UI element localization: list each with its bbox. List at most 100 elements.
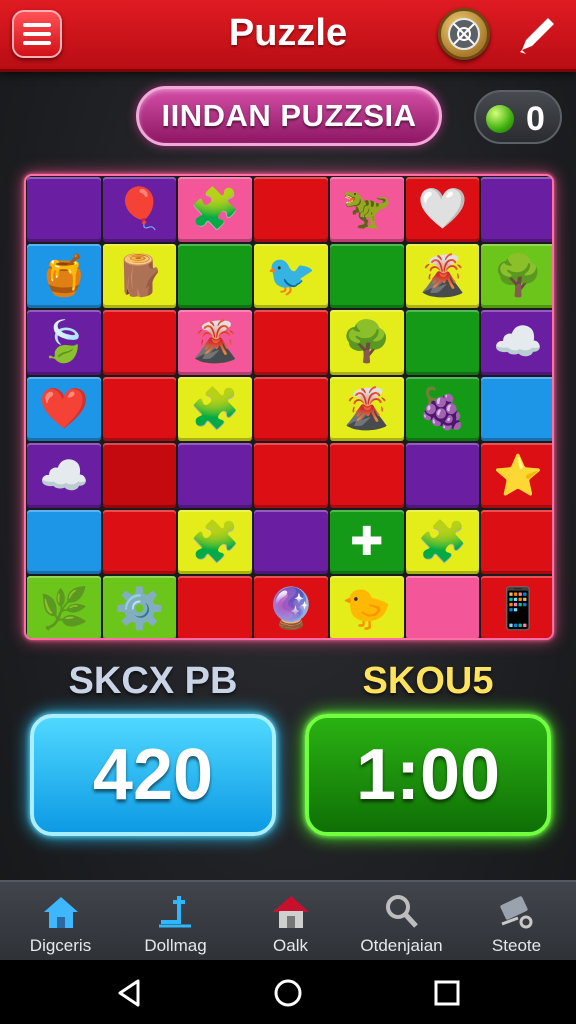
tile-piece-icon: 🐤 [341,586,392,631]
board-tile[interactable]: 🍃 [27,310,101,375]
board-tile[interactable] [254,310,328,375]
board-tile[interactable]: ❤️ [27,376,101,442]
tile-piece-icon: 🐦 [266,253,316,298]
tile-piece-icon: 🌋 [190,320,241,365]
board-tile[interactable] [27,509,101,575]
board-tile[interactable]: ✚ [329,509,404,575]
tile-piece-icon: 🤍 [417,187,468,232]
board-tile[interactable]: ⚙️ [102,576,177,638]
home-circle-icon[interactable] [271,976,305,1010]
tile-piece-icon: 🪵 [114,253,165,298]
tile-piece-icon: 🍇 [417,386,468,431]
board-tile[interactable] [481,177,552,242]
puzzle-board: 🎈 🧩 🦖 🤍 🍯 🪵 🐦 🌋 🌳 🍃 🌋 🌳 ☁️ ❤️ 🧩 🌋 🍇 ☁️ ⭐ 🧩 ✚ 🧩 🌿 ⚙️ 🔮 🐤 📱 [24,174,554,640]
board-tile[interactable] [178,443,253,508]
board-tile[interactable] [102,376,177,442]
tile-piece-icon: ⭐ [493,453,544,498]
board-tile[interactable] [481,376,552,442]
system-nav-bar [0,960,576,1024]
board-tile[interactable] [254,443,328,508]
nav-item-steote[interactable]: Steote [459,882,574,962]
board-tile[interactable]: 🌿 [27,576,101,638]
board-tile[interactable] [102,310,177,375]
board-tile[interactable] [102,509,177,575]
board-tile[interactable]: 🔮 [254,576,328,638]
board-tile[interactable] [27,177,101,242]
board-tile[interactable] [405,443,480,508]
board-tile[interactable] [254,509,328,575]
page-title: Puzzle [228,12,348,54]
board-tile[interactable]: 📱 [481,576,552,638]
tile-piece-icon: 🌋 [417,253,468,298]
tile-piece-icon: 🌋 [341,386,392,431]
recents-icon[interactable] [430,976,464,1010]
tile-piece-icon: ☁️ [38,453,89,498]
board-tile[interactable]: 🧩 [178,177,253,242]
board-tile[interactable] [178,576,253,638]
nav-item-otdenjaian[interactable]: Otdenjaian [344,882,459,962]
board-tile[interactable]: 🧩 [178,509,253,575]
score-label-left: SKCX PB [68,660,238,702]
tile-piece-icon: 📱 [493,586,544,631]
board-tile[interactable]: 🍇 [405,376,480,442]
board-tile[interactable]: 🎈 [102,177,177,242]
tile-piece-icon: 🍃 [38,320,89,365]
tile-piece-icon: 🧩 [417,520,468,565]
nav-item-oalk[interactable]: Oalk [233,882,348,962]
board-tile[interactable] [254,177,328,242]
edit-button[interactable] [512,10,562,60]
board-tile[interactable] [329,243,404,309]
board-tile[interactable]: 🍯 [27,243,101,309]
gem-counter: 0 [474,90,562,144]
tile-piece-icon: 🧩 [190,520,241,565]
menu-button[interactable] [12,10,62,58]
board-tile[interactable]: 🐦 [254,243,328,309]
board-tile[interactable] [178,243,253,309]
tile-piece-icon: ❤️ [38,386,89,431]
app-header: Puzzle [0,0,576,72]
back-icon[interactable] [112,976,146,1010]
board-tile[interactable]: ⭐ [481,443,552,508]
tile-piece-icon: 🌳 [493,253,544,298]
pipe-icon [159,896,191,928]
board-tile[interactable]: 🤍 [405,177,480,242]
house-icon [273,896,309,928]
board-tile[interactable] [102,443,177,508]
score-label-right: SKOU5 [362,660,494,702]
score-value: 420 [30,714,276,836]
tile-piece-icon: 🧩 [190,386,241,431]
nav-item-digceris[interactable]: Digceris [3,882,118,962]
timer-value: 1:00 [305,714,551,836]
board-tile[interactable]: 🦖 [329,177,404,242]
hamburger-menu-icon [23,23,51,27]
gem-count: 0 [526,100,545,138]
board-tile[interactable]: 🪵 [102,243,177,309]
tile-piece-icon: 🍯 [38,253,89,298]
board-tile[interactable] [405,576,480,638]
board-tile[interactable]: 🌋 [405,243,480,309]
tile-piece-icon: 🌿 [38,586,89,631]
tile-piece-icon: 🦖 [341,187,392,232]
nav-item-dollmag[interactable]: Dollmag [118,882,233,962]
board-tile[interactable]: 🧩 [178,376,253,442]
level-title: IINDAN PUZZSIA [136,86,442,146]
tile-piece-icon: ⚙️ [114,586,165,631]
board-tile[interactable]: ☁️ [27,443,101,508]
home-icon [44,897,78,928]
board-tile[interactable]: 🌳 [329,310,404,375]
board-tile[interactable]: ☁️ [481,310,552,375]
board-tile[interactable] [405,310,480,375]
board-tile[interactable]: 🧩 [405,509,480,575]
tile-piece-icon: 🧩 [190,187,241,232]
board-tile[interactable] [481,509,552,575]
settings-coin-icon [448,18,480,50]
tile-piece-icon: 🔮 [266,586,316,631]
board-tile[interactable] [329,443,404,508]
board-tile[interactable]: 🌋 [178,310,253,375]
board-tile[interactable] [254,376,328,442]
settings-coin-button[interactable] [438,8,490,60]
board-tile[interactable]: 🌳 [481,243,552,309]
search-icon [386,895,418,928]
board-tile[interactable]: 🌋 [329,376,404,442]
board-tile[interactable]: 🐤 [329,576,404,638]
